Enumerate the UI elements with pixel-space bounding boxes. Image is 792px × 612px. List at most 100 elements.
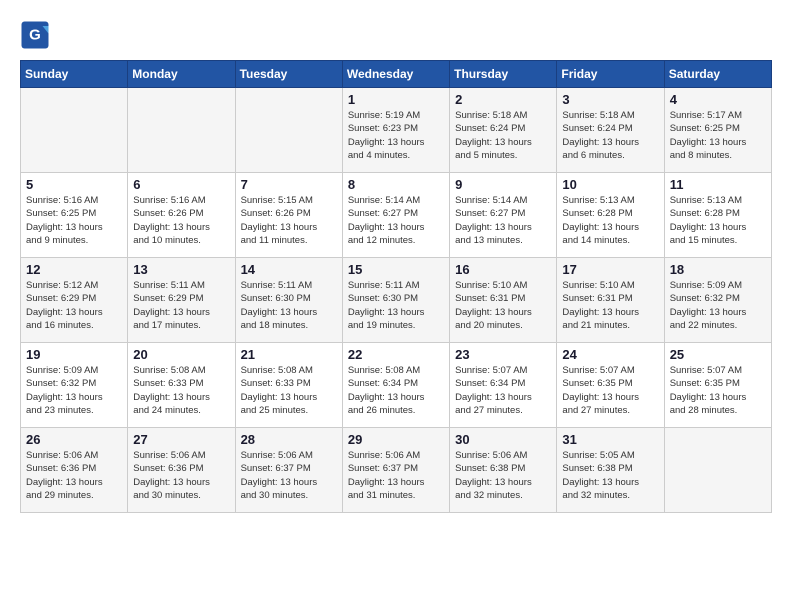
day-number: 5	[26, 177, 122, 192]
day-info: Sunrise: 5:18 AM Sunset: 6:24 PM Dayligh…	[455, 109, 551, 162]
weekday-header-thursday: Thursday	[450, 61, 557, 88]
day-number: 6	[133, 177, 229, 192]
weekday-header-wednesday: Wednesday	[342, 61, 449, 88]
calendar-cell: 28 Sunrise: 5:06 AM Sunset: 6:37 PM Dayli…	[235, 428, 342, 513]
page-header: G	[20, 20, 772, 50]
day-info: Sunrise: 5:06 AM Sunset: 6:37 PM Dayligh…	[241, 449, 337, 502]
day-info: Sunrise: 5:14 AM Sunset: 6:27 PM Dayligh…	[455, 194, 551, 247]
weekday-header-friday: Friday	[557, 61, 664, 88]
day-info: Sunrise: 5:11 AM Sunset: 6:30 PM Dayligh…	[241, 279, 337, 332]
calendar-cell: 6 Sunrise: 5:16 AM Sunset: 6:26 PM Daylig…	[128, 173, 235, 258]
calendar-cell: 26 Sunrise: 5:06 AM Sunset: 6:36 PM Dayli…	[21, 428, 128, 513]
calendar-week-2: 5 Sunrise: 5:16 AM Sunset: 6:25 PM Daylig…	[21, 173, 772, 258]
day-info: Sunrise: 5:09 AM Sunset: 6:32 PM Dayligh…	[670, 279, 766, 332]
weekday-header-tuesday: Tuesday	[235, 61, 342, 88]
day-number: 27	[133, 432, 229, 447]
calendar-cell: 29 Sunrise: 5:06 AM Sunset: 6:37 PM Dayli…	[342, 428, 449, 513]
day-info: Sunrise: 5:13 AM Sunset: 6:28 PM Dayligh…	[562, 194, 658, 247]
day-info: Sunrise: 5:17 AM Sunset: 6:25 PM Dayligh…	[670, 109, 766, 162]
day-number: 25	[670, 347, 766, 362]
day-number: 9	[455, 177, 551, 192]
calendar-body: 1 Sunrise: 5:19 AM Sunset: 6:23 PM Daylig…	[21, 88, 772, 513]
day-number: 10	[562, 177, 658, 192]
day-info: Sunrise: 5:16 AM Sunset: 6:25 PM Dayligh…	[26, 194, 122, 247]
day-info: Sunrise: 5:06 AM Sunset: 6:38 PM Dayligh…	[455, 449, 551, 502]
calendar-cell: 8Sunrise: 5:14 AM Sunset: 6:27 PM Daylig…	[342, 173, 449, 258]
calendar-header: SundayMondayTuesdayWednesdayThursdayFrid…	[21, 61, 772, 88]
calendar-week-1: 1 Sunrise: 5:19 AM Sunset: 6:23 PM Daylig…	[21, 88, 772, 173]
calendar-cell: 5 Sunrise: 5:16 AM Sunset: 6:25 PM Daylig…	[21, 173, 128, 258]
calendar-week-4: 19 Sunrise: 5:09 AM Sunset: 6:32 PM Dayli…	[21, 343, 772, 428]
day-info: Sunrise: 5:08 AM Sunset: 6:33 PM Dayligh…	[241, 364, 337, 417]
day-info: Sunrise: 5:15 AM Sunset: 6:26 PM Dayligh…	[241, 194, 337, 247]
day-info: Sunrise: 5:08 AM Sunset: 6:34 PM Dayligh…	[348, 364, 444, 417]
day-info: Sunrise: 5:11 AM Sunset: 6:30 PM Dayligh…	[348, 279, 444, 332]
day-number: 18	[670, 262, 766, 277]
day-info: Sunrise: 5:16 AM Sunset: 6:26 PM Dayligh…	[133, 194, 229, 247]
calendar-cell	[664, 428, 771, 513]
calendar-cell: 15 Sunrise: 5:11 AM Sunset: 6:30 PM Dayli…	[342, 258, 449, 343]
calendar-cell: 18 Sunrise: 5:09 AM Sunset: 6:32 PM Dayli…	[664, 258, 771, 343]
calendar-cell	[128, 88, 235, 173]
day-info: Sunrise: 5:11 AM Sunset: 6:29 PM Dayligh…	[133, 279, 229, 332]
day-info: Sunrise: 5:19 AM Sunset: 6:23 PM Dayligh…	[348, 109, 444, 162]
calendar-cell: 3Sunrise: 5:18 AM Sunset: 6:24 PM Daylig…	[557, 88, 664, 173]
calendar-cell: 1 Sunrise: 5:19 AM Sunset: 6:23 PM Daylig…	[342, 88, 449, 173]
day-number: 20	[133, 347, 229, 362]
calendar-cell: 9 Sunrise: 5:14 AM Sunset: 6:27 PM Daylig…	[450, 173, 557, 258]
day-info: Sunrise: 5:08 AM Sunset: 6:33 PM Dayligh…	[133, 364, 229, 417]
calendar-cell: 4 Sunrise: 5:17 AM Sunset: 6:25 PM Daylig…	[664, 88, 771, 173]
svg-text:G: G	[29, 27, 41, 44]
day-number: 24	[562, 347, 658, 362]
logo: G	[20, 20, 54, 50]
calendar-cell: 19 Sunrise: 5:09 AM Sunset: 6:32 PM Dayli…	[21, 343, 128, 428]
day-info: Sunrise: 5:10 AM Sunset: 6:31 PM Dayligh…	[562, 279, 658, 332]
day-info: Sunrise: 5:07 AM Sunset: 6:35 PM Dayligh…	[670, 364, 766, 417]
day-number: 29	[348, 432, 444, 447]
day-info: Sunrise: 5:07 AM Sunset: 6:34 PM Dayligh…	[455, 364, 551, 417]
calendar-cell: 17Sunrise: 5:10 AM Sunset: 6:31 PM Dayli…	[557, 258, 664, 343]
day-number: 7	[241, 177, 337, 192]
calendar-table: SundayMondayTuesdayWednesdayThursdayFrid…	[20, 60, 772, 513]
day-info: Sunrise: 5:13 AM Sunset: 6:28 PM Dayligh…	[670, 194, 766, 247]
calendar-cell: 10 Sunrise: 5:13 AM Sunset: 6:28 PM Dayli…	[557, 173, 664, 258]
calendar-cell: 20 Sunrise: 5:08 AM Sunset: 6:33 PM Dayli…	[128, 343, 235, 428]
day-number: 15	[348, 262, 444, 277]
calendar-cell: 16 Sunrise: 5:10 AM Sunset: 6:31 PM Dayli…	[450, 258, 557, 343]
day-info: Sunrise: 5:09 AM Sunset: 6:32 PM Dayligh…	[26, 364, 122, 417]
calendar-cell: 30 Sunrise: 5:06 AM Sunset: 6:38 PM Dayli…	[450, 428, 557, 513]
day-number: 12	[26, 262, 122, 277]
day-number: 26	[26, 432, 122, 447]
weekday-header-monday: Monday	[128, 61, 235, 88]
day-number: 30	[455, 432, 551, 447]
day-number: 2	[455, 92, 551, 107]
day-info: Sunrise: 5:06 AM Sunset: 6:36 PM Dayligh…	[133, 449, 229, 502]
calendar-cell	[21, 88, 128, 173]
calendar-cell: 12Sunrise: 5:12 AM Sunset: 6:29 PM Dayli…	[21, 258, 128, 343]
calendar-week-3: 12Sunrise: 5:12 AM Sunset: 6:29 PM Dayli…	[21, 258, 772, 343]
day-info: Sunrise: 5:10 AM Sunset: 6:31 PM Dayligh…	[455, 279, 551, 332]
calendar-cell: 22Sunrise: 5:08 AM Sunset: 6:34 PM Dayli…	[342, 343, 449, 428]
calendar-cell: 7 Sunrise: 5:15 AM Sunset: 6:26 PM Daylig…	[235, 173, 342, 258]
day-info: Sunrise: 5:18 AM Sunset: 6:24 PM Dayligh…	[562, 109, 658, 162]
calendar-cell	[235, 88, 342, 173]
day-number: 4	[670, 92, 766, 107]
day-number: 14	[241, 262, 337, 277]
day-number: 21	[241, 347, 337, 362]
calendar-cell: 21 Sunrise: 5:08 AM Sunset: 6:33 PM Dayli…	[235, 343, 342, 428]
day-number: 16	[455, 262, 551, 277]
day-info: Sunrise: 5:06 AM Sunset: 6:37 PM Dayligh…	[348, 449, 444, 502]
day-info: Sunrise: 5:05 AM Sunset: 6:38 PM Dayligh…	[562, 449, 658, 502]
day-number: 28	[241, 432, 337, 447]
day-number: 8	[348, 177, 444, 192]
calendar-week-5: 26 Sunrise: 5:06 AM Sunset: 6:36 PM Dayli…	[21, 428, 772, 513]
day-info: Sunrise: 5:07 AM Sunset: 6:35 PM Dayligh…	[562, 364, 658, 417]
day-number: 1	[348, 92, 444, 107]
day-number: 13	[133, 262, 229, 277]
calendar-cell: 24 Sunrise: 5:07 AM Sunset: 6:35 PM Dayli…	[557, 343, 664, 428]
day-number: 31	[562, 432, 658, 447]
day-number: 11	[670, 177, 766, 192]
day-number: 23	[455, 347, 551, 362]
day-number: 19	[26, 347, 122, 362]
day-info: Sunrise: 5:06 AM Sunset: 6:36 PM Dayligh…	[26, 449, 122, 502]
